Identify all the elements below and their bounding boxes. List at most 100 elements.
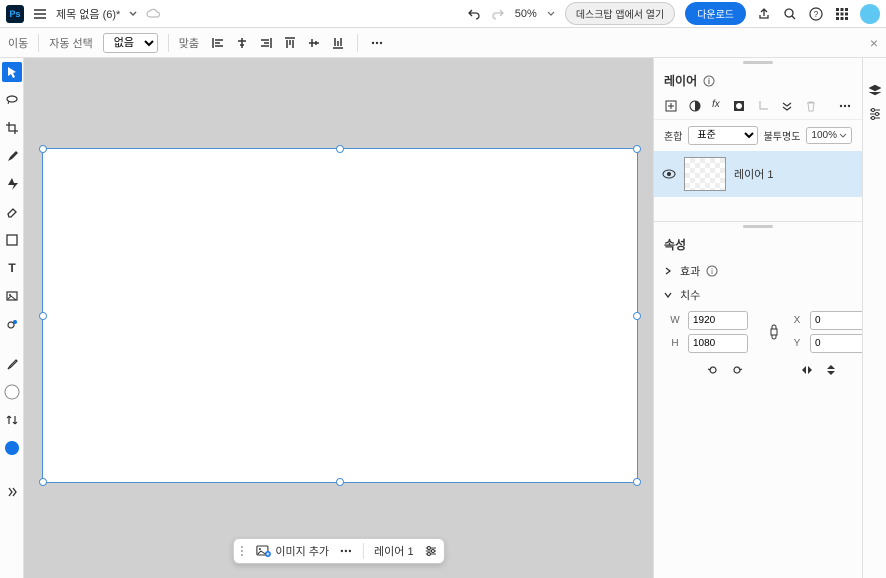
chevron-down-icon[interactable] — [128, 9, 138, 19]
transform-handle[interactable] — [336, 478, 344, 486]
canvas[interactable] — [42, 148, 638, 483]
lasso-tool[interactable] — [2, 90, 22, 110]
transform-handle[interactable] — [633, 312, 641, 320]
transform-handle[interactable] — [39, 312, 47, 320]
share-icon[interactable] — [756, 6, 772, 22]
expand-tools-icon[interactable] — [2, 482, 22, 502]
info-icon[interactable]: i — [706, 265, 718, 277]
merge-icon[interactable] — [780, 99, 794, 115]
effects-row[interactable]: 효과 i — [654, 259, 862, 283]
align-top-icon[interactable] — [281, 34, 299, 52]
canvas-area[interactable]: 이미지 추가 레이어 1 — [24, 58, 653, 578]
x-input[interactable] — [810, 311, 870, 330]
brush-tool[interactable] — [2, 146, 22, 166]
rotate-ccw-icon[interactable] — [706, 363, 720, 377]
svg-text:?: ? — [814, 10, 819, 19]
blend-label: 혼합 — [664, 128, 682, 143]
swap-colors-icon[interactable] — [2, 410, 22, 430]
layer-row[interactable]: 레이어 1 — [654, 151, 862, 197]
opacity-select[interactable]: 100% — [806, 127, 852, 144]
document-title: 제목 없음 (6)* — [56, 6, 120, 22]
crop-tool[interactable] — [2, 118, 22, 138]
color-swatch-blue[interactable] — [2, 438, 22, 458]
close-options-icon[interactable]: × — [870, 35, 878, 51]
flip-horizontal-icon[interactable] — [800, 363, 814, 377]
clone-stamp-tool[interactable] — [2, 314, 22, 334]
flip-vertical-icon[interactable] — [824, 363, 838, 377]
properties-icon[interactable] — [424, 544, 438, 558]
drag-handle-icon[interactable] — [239, 544, 245, 558]
more-icon[interactable] — [339, 544, 353, 558]
layer-name[interactable]: 레이어 1 — [734, 166, 774, 182]
redo-icon[interactable] — [491, 7, 505, 21]
layer-name-label[interactable]: 레이어 1 — [374, 543, 414, 559]
chevron-down-icon[interactable] — [547, 10, 555, 18]
apps-icon[interactable] — [834, 6, 850, 22]
delete-layer-icon[interactable] — [804, 99, 818, 115]
download-button[interactable]: 다운로드 — [685, 2, 746, 25]
clip-icon[interactable] — [756, 99, 770, 115]
adjustments-tab-icon[interactable] — [867, 106, 883, 122]
layers-title: 레이어 — [664, 72, 697, 89]
quick-action-tool[interactable] — [2, 174, 22, 194]
shape-tool[interactable] — [2, 230, 22, 250]
menu-icon[interactable] — [32, 6, 48, 22]
move-tool[interactable] — [2, 62, 22, 82]
height-input[interactable] — [688, 334, 748, 353]
adjustment-layer-icon[interactable] — [688, 99, 702, 115]
add-layer-icon[interactable] — [664, 99, 678, 115]
app-logo[interactable]: Ps — [6, 5, 24, 23]
dimensions-grid: W X H Y — [654, 307, 862, 357]
panel-drag-handle[interactable] — [654, 58, 862, 66]
layers-list: 레이어 1 — [654, 151, 862, 221]
open-desktop-button[interactable]: 데스크탑 앱에서 열기 — [565, 2, 675, 25]
align-center-h-icon[interactable] — [233, 34, 251, 52]
help-icon[interactable]: ? — [808, 6, 824, 22]
add-image-label: 이미지 추가 — [275, 543, 329, 559]
layers-panel-header: 레이어 i — [654, 66, 862, 95]
undo-icon[interactable] — [467, 7, 481, 21]
transform-handle[interactable] — [39, 145, 47, 153]
text-tool[interactable]: T — [2, 258, 22, 278]
align-group — [209, 34, 347, 52]
opacity-label: 불투명도 — [764, 128, 801, 143]
transform-handle[interactable] — [336, 145, 344, 153]
mask-icon[interactable] — [732, 99, 746, 115]
image-tool[interactable] — [2, 286, 22, 306]
add-image-button[interactable]: 이미지 추가 — [255, 543, 329, 559]
info-icon[interactable]: i — [703, 75, 715, 87]
align-label: 맞춤 — [179, 35, 199, 51]
color-swatch-white[interactable] — [2, 382, 22, 402]
eraser-tool[interactable] — [2, 202, 22, 222]
align-left-icon[interactable] — [209, 34, 227, 52]
layer-thumbnail[interactable] — [684, 157, 726, 191]
layers-tab-icon[interactable] — [867, 82, 883, 98]
tool-name-label: 이동 — [8, 35, 28, 51]
align-right-icon[interactable] — [257, 34, 275, 52]
rotate-cw-icon[interactable] — [730, 363, 744, 377]
blend-mode-select[interactable]: 표준 — [688, 126, 757, 145]
panel-drag-handle[interactable] — [654, 222, 862, 230]
align-center-v-icon[interactable] — [305, 34, 323, 52]
cloud-icon[interactable] — [146, 7, 160, 21]
align-bottom-icon[interactable] — [329, 34, 347, 52]
top-bar: Ps 제목 없음 (6)* 50% 데스크탑 앱에서 열기 다운로드 ? — [0, 0, 886, 28]
link-wh-icon[interactable] — [764, 323, 784, 341]
visibility-icon[interactable] — [662, 167, 676, 181]
panel-menu-icon[interactable] — [838, 99, 852, 115]
chevron-right-icon — [664, 267, 674, 275]
user-avatar[interactable] — [860, 4, 880, 24]
dimensions-row[interactable]: 치수 — [654, 283, 862, 307]
search-icon[interactable] — [782, 6, 798, 22]
eyedropper-tool[interactable] — [2, 354, 22, 374]
auto-select-dropdown[interactable]: 없음 — [103, 33, 158, 53]
y-input[interactable] — [810, 334, 870, 353]
svg-text:T: T — [8, 261, 16, 275]
more-options-icon[interactable] — [368, 34, 386, 52]
transform-handle[interactable] — [633, 478, 641, 486]
zoom-level[interactable]: 50% — [515, 8, 537, 20]
transform-handle[interactable] — [39, 478, 47, 486]
transform-handle[interactable] — [633, 145, 641, 153]
fx-icon[interactable]: fx — [712, 99, 722, 115]
width-input[interactable] — [688, 311, 748, 330]
